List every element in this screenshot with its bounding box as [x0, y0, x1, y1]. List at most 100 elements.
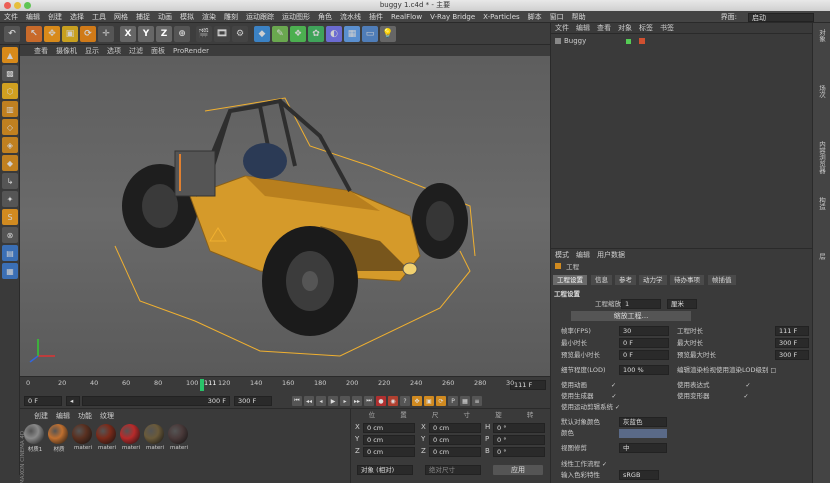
attr-tab[interactable]: 参考	[615, 275, 636, 285]
3d-viewport[interactable]	[20, 56, 550, 376]
menu-item[interactable]: 文件	[4, 12, 18, 22]
attr-tab[interactable]: 工程设置	[553, 275, 587, 285]
menu-item[interactable]: V-Ray Bridge	[430, 13, 475, 21]
keyframe-icon[interactable]: ?	[400, 396, 410, 406]
size-input[interactable]: 0 cm	[429, 423, 481, 433]
attr-menu-item[interactable]: 编辑	[576, 250, 590, 260]
material-swatch[interactable]: materi	[72, 424, 94, 453]
menu-item[interactable]: 运动跟踪	[246, 12, 274, 22]
undo-icon[interactable]: ↶	[4, 25, 20, 42]
view-clip-dropdown[interactable]: 中	[619, 443, 667, 453]
camera-icon[interactable]: ▭	[362, 25, 378, 42]
x-axis-icon[interactable]: X	[120, 25, 136, 42]
play-icon[interactable]: ▶	[328, 396, 338, 406]
menu-item[interactable]: X-Particles	[483, 13, 519, 21]
max-time-input[interactable]: 300 F	[775, 338, 809, 348]
apply-button[interactable]: 应用	[493, 465, 543, 475]
menu-item[interactable]: RealFlow	[391, 13, 422, 21]
interface-dropdown[interactable]: 启动	[748, 12, 814, 22]
material-swatch[interactable]: materi	[168, 424, 190, 453]
pen-spline-icon[interactable]: ✎	[272, 25, 288, 42]
tweak-icon[interactable]: ✦	[2, 191, 18, 207]
scale-unit-dropdown[interactable]: 厘米	[667, 299, 697, 309]
timeline-ruler[interactable]: 111 F 0 20 40 60 80 100 120 140 160 180 200 220 240 2…	[20, 376, 550, 394]
next-key-icon[interactable]: ▸▸	[352, 396, 362, 406]
end-frame-field[interactable]: 300 F	[234, 396, 272, 406]
model-mode-icon[interactable]: ▥	[2, 101, 18, 117]
next-frame-icon[interactable]: ▸	[340, 396, 350, 406]
color-swatch[interactable]	[619, 429, 667, 438]
move-key-icon[interactable]: ✥	[412, 396, 422, 406]
menu-item[interactable]: 选择	[70, 12, 84, 22]
use-anim-checkbox[interactable]: ✓	[611, 383, 617, 389]
attr-tab[interactable]: 信息	[591, 275, 612, 285]
grid-icon[interactable]: ▤	[2, 245, 18, 261]
object-menu-item[interactable]: 标签	[639, 23, 653, 33]
coord-system-icon[interactable]: ⊕	[174, 25, 190, 42]
coord-mode-dropdown[interactable]: 对象 (相对)	[357, 465, 413, 475]
material-swatch[interactable]: 材质	[48, 424, 70, 453]
material-menu-item[interactable]: 创建	[34, 411, 48, 420]
rotate-key-icon[interactable]: ⟳	[436, 396, 446, 406]
menu-item[interactable]: 动画	[158, 12, 172, 22]
linear-checkbox[interactable]: ✓	[602, 462, 608, 468]
material-menu-item[interactable]: 编辑	[56, 411, 70, 420]
points-mode-icon[interactable]: ◇	[2, 119, 18, 135]
polygons-mode-icon[interactable]: ◆	[2, 155, 18, 171]
menu-item[interactable]: 脚本	[528, 12, 542, 22]
environment-icon[interactable]: ▦	[344, 25, 360, 42]
position-input[interactable]: 0 cm	[363, 423, 415, 433]
light-icon[interactable]: 💡	[380, 25, 396, 42]
object-row-buggy[interactable]: Buggy	[551, 36, 812, 46]
attr-menu-item[interactable]: 用户数据	[597, 250, 625, 260]
scale-project-button[interactable]: 缩放工程...	[571, 311, 691, 321]
viewport-menu-item[interactable]: 过滤	[129, 46, 143, 56]
object-menu-item[interactable]: 文件	[555, 23, 569, 33]
param-key-icon[interactable]: P	[448, 396, 458, 406]
material-menu-item[interactable]: 纹理	[100, 411, 114, 420]
cloner-icon[interactable]: ✿	[308, 25, 324, 42]
render-picture-viewer-icon[interactable]: 🎞	[214, 25, 230, 42]
select-tool-icon[interactable]: ↖	[26, 25, 42, 42]
object-menu-item[interactable]: 查看	[597, 23, 611, 33]
scale-input[interactable]: 1	[621, 299, 661, 309]
interface-selector[interactable]: 界面: 启动	[721, 12, 822, 22]
zoom-icon[interactable]	[24, 2, 31, 9]
recent-tool-icon[interactable]: ✛	[98, 25, 114, 42]
object-menu-item[interactable]: 编辑	[576, 23, 590, 33]
deformer-icon[interactable]: ◐	[326, 25, 342, 42]
edges-mode-icon[interactable]: ◈	[2, 137, 18, 153]
current-frame-field[interactable]: 111 F	[510, 380, 546, 390]
menu-item[interactable]: 窗口	[550, 12, 564, 22]
go-end-icon[interactable]: ⏭	[364, 396, 374, 406]
menu-item[interactable]: 运动图形	[282, 12, 310, 22]
preview-min-input[interactable]: 0 F	[619, 350, 669, 360]
cube-icon[interactable]: ◆	[254, 25, 270, 42]
start-frame-field[interactable]: 0 F	[24, 396, 62, 406]
autokey-icon[interactable]: ◉	[388, 396, 398, 406]
layers-icon[interactable]: ▦	[2, 263, 18, 279]
position-input[interactable]: 0 cm	[363, 447, 415, 457]
subdivision-icon[interactable]: ❖	[290, 25, 306, 42]
input-color-dropdown[interactable]: sRGB	[619, 470, 659, 480]
side-tab[interactable]: 层	[817, 253, 827, 303]
object-menu-item[interactable]: 对象	[618, 23, 632, 33]
scale-key-icon[interactable]: ▣	[424, 396, 434, 406]
prev-frame-icon[interactable]: ◂	[316, 396, 326, 406]
visibility-icon[interactable]	[626, 38, 632, 44]
menu-item[interactable]: 帮助	[572, 12, 586, 22]
menu-item[interactable]: 工具	[92, 12, 106, 22]
viewport-menu-item[interactable]: 面板	[151, 46, 165, 56]
material-swatch[interactable]: materi	[144, 424, 166, 453]
checkerboard-icon[interactable]: ▩	[2, 65, 18, 81]
attr-menu-item[interactable]: 模式	[555, 250, 569, 260]
fps-input[interactable]: 30	[619, 326, 669, 336]
rotation-input[interactable]: 0 °	[493, 447, 545, 457]
menu-item[interactable]: 模拟	[180, 12, 194, 22]
pla-key-icon[interactable]: ▦	[460, 396, 470, 406]
side-tab[interactable]: 场次	[817, 85, 827, 135]
size-mode-dropdown[interactable]: 绝对尺寸	[425, 465, 481, 475]
range-slider[interactable]: 300 F	[82, 396, 230, 406]
viewport-menu-item[interactable]: 显示	[85, 46, 99, 56]
side-tab[interactable]: 内容浏览器	[817, 141, 827, 191]
